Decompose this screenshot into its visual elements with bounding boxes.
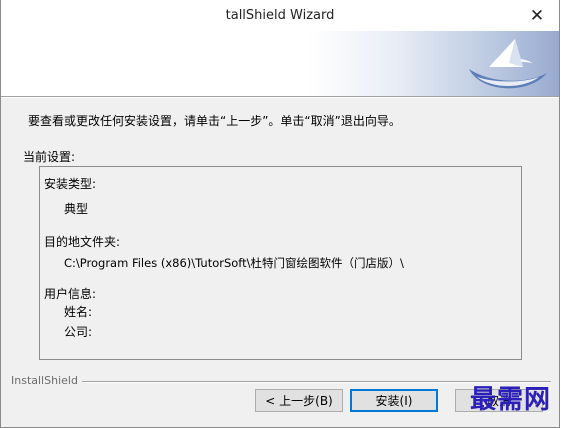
banner-separator bbox=[1, 96, 559, 98]
back-button[interactable]: < 上一步(B) bbox=[255, 389, 343, 412]
current-settings-box[interactable]: 安装类型: 典型 目的地文件夹: C:\Program Files (x86)\… bbox=[39, 166, 522, 360]
close-button[interactable]: ✕ bbox=[515, 0, 559, 31]
setup-type-label: 安装类型: bbox=[44, 177, 97, 191]
install-button[interactable]: 安装(I) bbox=[350, 389, 438, 412]
setup-type-value: 典型 bbox=[64, 202, 89, 216]
title-bar[interactable]: tallShield Wizard ✕ bbox=[1, 0, 559, 31]
destination-folder-label: 目的地文件夹: bbox=[44, 235, 121, 249]
installshield-brand: InstallShield bbox=[11, 374, 82, 387]
instruction-text: 要查看或更改任何安装设置，请单击“上一步”。单击“取消”退出向导。 bbox=[28, 114, 401, 128]
installer-window: tallShield Wizard ✕ 要查看或更改任何安装设置，请单击“上一步… bbox=[0, 0, 560, 428]
destination-folder-value: C:\Program Files (x86)\TutorSoft\杜特门窗绘图软… bbox=[64, 256, 404, 270]
window-title: tallShield Wizard bbox=[225, 8, 335, 23]
close-icon: ✕ bbox=[529, 5, 545, 26]
user-info-label: 用户信息: bbox=[44, 287, 97, 301]
user-name-label: 姓名: bbox=[64, 305, 93, 319]
header-banner bbox=[1, 31, 559, 96]
installshield-swirl-logo-icon bbox=[469, 39, 547, 89]
current-settings-label: 当前设置: bbox=[23, 150, 76, 164]
site-watermark: 最需网 bbox=[470, 385, 552, 415]
company-label: 公司: bbox=[64, 325, 93, 339]
